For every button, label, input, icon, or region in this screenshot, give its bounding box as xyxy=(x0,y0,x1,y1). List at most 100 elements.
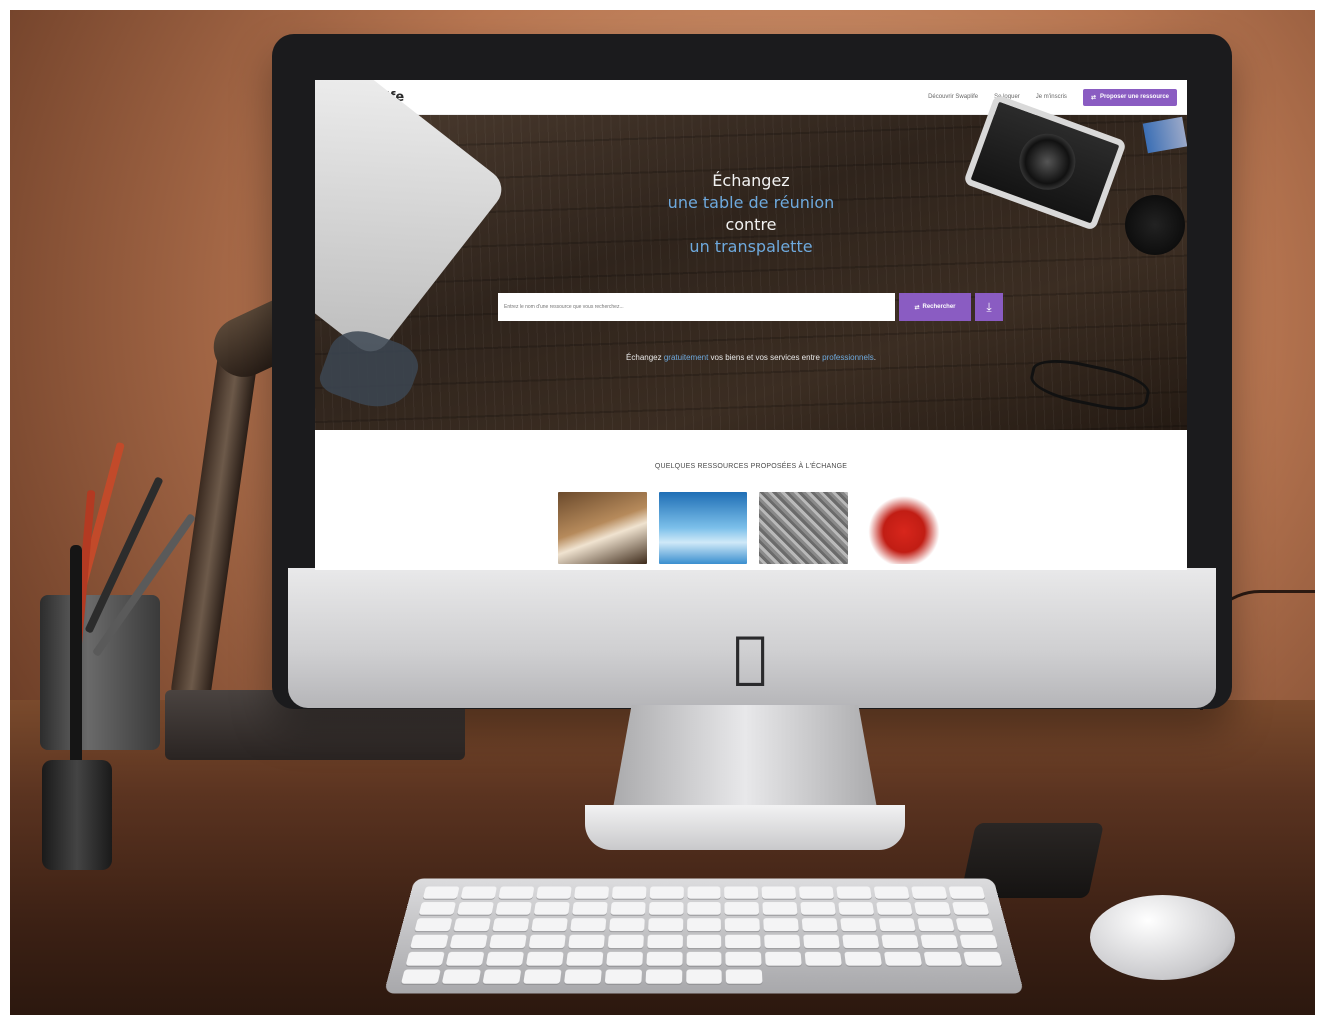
headline-line-3: contre xyxy=(725,215,777,234)
keyboard-key xyxy=(799,886,835,899)
swap-icon: ⇄ xyxy=(1090,94,1096,101)
keyboard-key xyxy=(802,918,839,932)
hero-headline: Échangez une table de réunion contre un … xyxy=(315,170,1187,258)
headline-line-4: un transpalette xyxy=(689,237,813,256)
keyboard-key xyxy=(804,951,843,966)
hero-tagline: Échangez gratuitement vos biens et vos s… xyxy=(315,353,1187,362)
keyboard-key xyxy=(492,918,530,932)
keyboard-key xyxy=(604,969,642,984)
keyboard-key xyxy=(571,902,608,915)
keyboard-key xyxy=(567,934,605,949)
navbar: swaplife Découvrir Swaplife Se loguer Je… xyxy=(315,80,1187,115)
mouse xyxy=(1090,895,1235,980)
propose-resource-button[interactable]: ⇄ Proposer une ressource xyxy=(1082,88,1177,106)
tagline-part-1: Échangez xyxy=(626,353,664,362)
keyboard-key xyxy=(400,969,441,984)
pen xyxy=(70,545,82,775)
keyboard-key xyxy=(533,902,570,915)
keyboard-key xyxy=(844,951,883,966)
search-input[interactable] xyxy=(498,293,895,321)
screen: swaplife Découvrir Swaplife Se loguer Je… xyxy=(315,80,1187,570)
keyboard-key xyxy=(687,886,721,899)
keyboard-key xyxy=(573,886,609,899)
keyboard-key xyxy=(725,934,762,949)
keyboard-key xyxy=(460,886,497,899)
keyboard-key xyxy=(441,969,481,984)
cloth-decoration xyxy=(315,321,425,419)
keyboard-key xyxy=(842,934,880,949)
resource-thumb-compressor[interactable] xyxy=(859,492,948,564)
keyboard-key xyxy=(800,902,837,915)
keyboard-key xyxy=(422,886,460,899)
keyboard-key xyxy=(645,951,683,966)
lamp-arm xyxy=(168,329,262,711)
resource-thumb-laptop[interactable] xyxy=(558,492,647,564)
keyboard-key xyxy=(840,918,877,932)
keyboard-key xyxy=(876,902,913,915)
keyboard-key xyxy=(686,902,722,915)
keyboard-key xyxy=(838,902,875,915)
resource-list xyxy=(558,492,948,564)
keyboard-key xyxy=(495,902,532,915)
keyboard-key xyxy=(488,934,527,949)
keyboard-key xyxy=(917,918,955,932)
keyboard-key xyxy=(724,886,759,899)
keyboard-key xyxy=(453,918,491,932)
monitor-stand-foot xyxy=(585,805,905,850)
keyboard-key xyxy=(963,951,1003,966)
keyboard-key xyxy=(878,918,916,932)
keyboard-key xyxy=(531,918,568,932)
keyboard-key xyxy=(525,951,564,966)
keyboard-key xyxy=(456,902,494,915)
keyboard-key xyxy=(686,951,722,966)
keyboard-key xyxy=(645,969,682,984)
keyboard-key xyxy=(485,951,524,966)
resource-thumb-cloud[interactable] xyxy=(658,492,747,564)
keyboard-key xyxy=(920,934,959,949)
keyboard-key xyxy=(911,886,948,899)
keyboard-key xyxy=(405,951,445,966)
nav-link-discover[interactable]: Découvrir Swaplife xyxy=(928,94,978,100)
keyboard-key xyxy=(725,918,761,932)
keyboard-key xyxy=(498,886,535,899)
keyboard-key xyxy=(884,951,923,966)
download-button[interactable]: ⤓ xyxy=(975,293,1003,321)
resource-thumb-bikes[interactable] xyxy=(759,492,848,564)
keyboard-key xyxy=(763,918,800,932)
keyboard-key xyxy=(724,902,760,915)
hero-section: Échangez une table de réunion contre un … xyxy=(315,80,1187,430)
keyboard-key xyxy=(923,951,963,966)
search-button[interactable]: ⇄ Rechercher xyxy=(899,293,971,321)
keyboard xyxy=(383,878,1025,994)
nav-links: Découvrir Swaplife Se loguer Je m'inscri… xyxy=(928,88,1177,106)
keyboard-key xyxy=(686,918,722,932)
tagline-part-3: . xyxy=(873,353,876,362)
pen-holder xyxy=(42,760,112,870)
keyboard-key xyxy=(563,969,602,984)
apple-logo-icon:  xyxy=(720,628,780,688)
glasses-decoration xyxy=(1027,352,1153,418)
nav-link-register[interactable]: Je m'inscris xyxy=(1036,94,1067,100)
keyboard-key xyxy=(569,918,606,932)
headline-line-1: Échangez xyxy=(712,171,790,190)
keyboard-key xyxy=(649,886,684,899)
keyboard-key xyxy=(959,934,998,949)
keyboard-key xyxy=(414,918,453,932)
keyboard-key xyxy=(449,934,488,949)
keyboard-key xyxy=(765,951,803,966)
keyboard-key xyxy=(410,934,449,949)
keyboard-key xyxy=(445,951,485,966)
keyboard-key xyxy=(648,902,684,915)
search-bar: ⇄ Rechercher ⤓ xyxy=(498,293,1003,321)
keyboard-key xyxy=(685,969,723,984)
keyboard-key xyxy=(761,886,797,899)
swap-icon: ⇄ xyxy=(914,304,920,311)
keyboard-key xyxy=(914,902,952,915)
keyboard-key xyxy=(605,951,643,966)
keyboard-key xyxy=(873,886,910,899)
headline-line-2: une table de réunion xyxy=(667,193,835,212)
keyboard-key xyxy=(955,918,994,932)
keyboard-key xyxy=(482,969,522,984)
keyboard-key xyxy=(952,902,990,915)
keyboard-key xyxy=(881,934,919,949)
